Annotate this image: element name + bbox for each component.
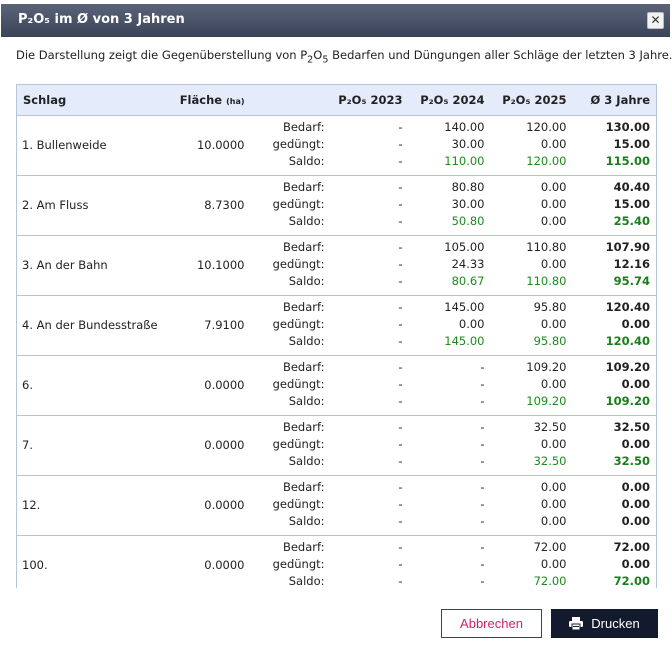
value-y2023: --- [326, 415, 409, 476]
value-y2024: --- [408, 475, 491, 536]
table-row: 100. 0.0000 Bedarf: gedüngt: Saldo: - - - - - -72.… [16, 535, 657, 588]
value-y2025: 109.20 0.00 109.20 [490, 355, 573, 416]
table-header-row: Schlag Fläche (ha) P₂O₅ 2023 P₂O₅ 2024 P… [16, 84, 657, 116]
value-y2024: 105.00 24.33 80.67 [408, 235, 491, 296]
header-schlag: Schlag [16, 84, 157, 116]
value-y2025: 95.80 0.00 95.80 [490, 295, 573, 356]
schlag-area: 0.0000 [156, 415, 251, 476]
value-avg: 40.40 15.00 25.40 [572, 175, 657, 236]
table-row: 3. An der Bahn 10.1000 Bedarf: gedüngt: Sald… [16, 235, 657, 296]
value-y2024: --- [408, 535, 491, 588]
schlag-area: 7.9100 [156, 295, 251, 356]
value-y2024: 145.00 0.00 145.00 [408, 295, 491, 356]
header-p2024: P₂O₅ 2024 [408, 84, 491, 116]
value-y2023: --- [326, 535, 409, 588]
value-avg: 109.20 0.00 109.20 [572, 355, 657, 416]
header-flaeche: Fläche (ha) [156, 84, 251, 116]
row-labels: Bedarf: gedüngt: Saldo: [250, 115, 327, 176]
printer-icon [569, 617, 584, 630]
p2o5-table: Schlag Fläche (ha) P₂O₅ 2023 P₂O₅ 2024 P… [16, 84, 657, 588]
header-p2023: P₂O₅ 2023 [326, 84, 409, 116]
schlag-name: 1. Bullenweide [16, 115, 157, 176]
row-labels: Bedarf: gedüngt: Saldo: [250, 175, 327, 236]
schlag-area: 8.7300 [156, 175, 251, 236]
schlag-area: 0.0000 [156, 475, 251, 536]
value-y2023: --- [326, 235, 409, 296]
value-avg: 0.00 0.00 0.00 [572, 475, 657, 536]
row-labels: Bedarf: gedüngt: Saldo: [250, 415, 327, 476]
table-row: 6. 0.0000 Bedarf: gedüngt: Saldo: - - - - - -109.2… [16, 355, 657, 416]
schlag-name: 7. [16, 415, 157, 476]
close-button[interactable]: ✕ [647, 12, 664, 29]
schlag-name: 2. Am Fluss [16, 175, 157, 236]
value-avg: 72.00 0.00 72.00 [572, 535, 657, 588]
value-y2023: --- [326, 175, 409, 236]
header-labels [250, 84, 327, 116]
table-row: 2. Am Fluss 8.7300 Bedarf: gedüngt: Saldo: - -… [16, 175, 657, 236]
value-y2023: --- [326, 475, 409, 536]
schlag-area: 10.1000 [156, 235, 251, 296]
value-y2024: --- [408, 355, 491, 416]
row-labels: Bedarf: gedüngt: Saldo: [250, 355, 327, 416]
value-y2023: --- [326, 295, 409, 356]
value-y2025: 110.80 0.00 110.80 [490, 235, 573, 296]
value-y2024: --- [408, 415, 491, 476]
schlag-area: 0.0000 [156, 535, 251, 588]
table-row: 12. 0.0000 Bedarf: gedüngt: Saldo: - - - - - -0.00… [16, 475, 657, 536]
table-row: 4. An der Bundesstraße 7.9100 Bedarf: gedün… [16, 295, 657, 356]
value-y2023: --- [326, 115, 409, 176]
schlag-name: 6. [16, 355, 157, 416]
value-avg: 107.90 12.16 95.74 [572, 235, 657, 296]
value-y2025: 120.00 0.00 120.00 [490, 115, 573, 176]
value-avg: 120.40 0.00 120.40 [572, 295, 657, 356]
value-avg: 130.00 15.00 115.00 [572, 115, 657, 176]
dialog-titlebar: P₂O₅ im Ø von 3 Jahren ✕ [1, 4, 670, 37]
row-labels: Bedarf: gedüngt: Saldo: [250, 235, 327, 296]
header-avg: Ø 3 Jahre [572, 84, 657, 116]
value-y2025: 0.00 0.00 0.00 [490, 475, 573, 536]
header-p2025: P₂O₅ 2025 [490, 84, 573, 116]
table-row: 7. 0.0000 Bedarf: gedüngt: Saldo: - - - - - -32.50… [16, 415, 657, 476]
value-y2025: 0.00 0.00 0.00 [490, 175, 573, 236]
close-icon: ✕ [650, 13, 661, 27]
row-labels: Bedarf: gedüngt: Saldo: [250, 475, 327, 536]
table-scroll-area[interactable]: Schlag Fläche (ha) P₂O₅ 2023 P₂O₅ 2024 P… [16, 84, 658, 588]
row-labels: Bedarf: gedüngt: Saldo: [250, 295, 327, 356]
dialog-title: P₂O₅ im Ø von 3 Jahren [18, 12, 185, 27]
print-button[interactable]: Drucken [551, 609, 658, 638]
value-y2025: 72.00 0.00 72.00 [490, 535, 573, 588]
value-y2023: --- [326, 355, 409, 416]
schlag-name: 4. An der Bundesstraße [16, 295, 158, 356]
value-y2024: 80.80 30.00 50.80 [408, 175, 491, 236]
value-avg: 32.50 0.00 32.50 [572, 415, 657, 476]
value-y2025: 32.50 0.00 32.50 [490, 415, 573, 476]
schlag-area: 10.0000 [156, 115, 251, 176]
schlag-name: 12. [16, 475, 157, 536]
cancel-button[interactable]: Abbrechen [441, 609, 542, 638]
row-labels: Bedarf: gedüngt: Saldo: [250, 535, 327, 588]
schlag-area: 0.0000 [156, 355, 251, 416]
value-y2024: 140.00 30.00 110.00 [408, 115, 491, 176]
dialog-description: Die Darstellung zeigt die Gegenüberstell… [16, 48, 672, 66]
schlag-name: 3. An der Bahn [16, 235, 157, 296]
schlag-name: 100. [16, 535, 157, 588]
table-row: 1. Bullenweide 10.0000 Bedarf: gedüngt: Sald… [16, 115, 657, 176]
